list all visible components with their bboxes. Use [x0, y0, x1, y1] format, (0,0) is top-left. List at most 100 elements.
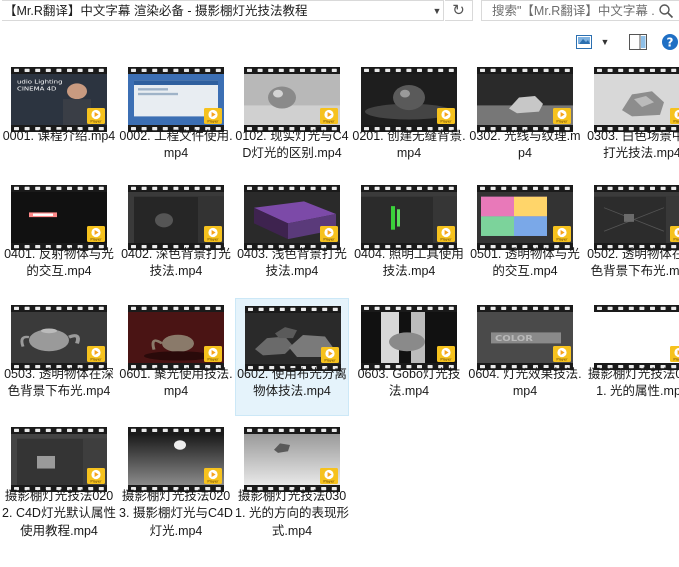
- file-item[interactable]: Player 0502. 透明物体在浅色背景下布光.mp4: [585, 178, 679, 296]
- file-item[interactable]: Player 0602. 使用布光分离物体技法.mp4: [235, 298, 349, 416]
- chevron-down-icon[interactable]: ▼: [599, 35, 611, 49]
- thumbnail-image: Player: [245, 306, 341, 371]
- file-item[interactable]: Player 0402. 深色背景打光技法.mp4: [119, 178, 233, 296]
- file-name[interactable]: 0404. 照明工具使用技法.mp4: [352, 246, 466, 281]
- video-thumbnail[interactable]: Player: [477, 67, 573, 132]
- file-item[interactable]: Player 0401. 反射物体与光的交互.mp4: [2, 178, 116, 296]
- player-badge-text: Player: [440, 120, 452, 124]
- search-input[interactable]: 搜索"【Mr.R翻译】中文字幕 ...": [492, 3, 654, 19]
- file-name[interactable]: 0402. 深色背景打光技法.mp4: [119, 246, 233, 281]
- thumbnail-image: Player: [128, 305, 224, 370]
- player-badge-text: Player: [207, 358, 219, 362]
- preview-pane-icon[interactable]: [629, 34, 647, 50]
- video-thumbnail[interactable]: Player: [244, 67, 340, 132]
- refresh-icon[interactable]: ↻: [445, 0, 473, 21]
- file-item[interactable]: Player 0102. 现实灯光与C4D灯光的区别.mp4: [235, 60, 349, 178]
- file-name[interactable]: 0602. 使用布光分离物体技法.mp4: [236, 366, 348, 401]
- file-name[interactable]: 0501. 透明物体与光的交互.mp4: [468, 246, 582, 281]
- file-item[interactable]: Player 0404. 照明工具使用技法.mp4: [352, 178, 466, 296]
- svg-text:udio Lighting: udio Lighting: [17, 79, 63, 85]
- file-item[interactable]: Player 摄影棚灯光技法0301. 光的方向的表现形式.mp4: [235, 420, 349, 538]
- file-item[interactable]: Player 0601. 聚光使用技法.mp4: [119, 298, 233, 416]
- file-name[interactable]: 摄影棚灯光技法0301. 光的方向的表现形式.mp4: [235, 488, 349, 540]
- thumbnail-image: Player: [361, 185, 457, 250]
- player-badge-text: Player: [673, 358, 679, 362]
- video-thumbnail[interactable]: Player: [594, 67, 679, 132]
- file-name[interactable]: 0201. 创建无缝背景.mp4: [352, 128, 466, 163]
- file-name[interactable]: 0303. 白色场景中的打光技法.mp4: [585, 128, 679, 163]
- video-thumbnail[interactable]: Player: [11, 185, 107, 250]
- video-thumbnail[interactable]: Player: [361, 305, 457, 370]
- player-badge-text: Player: [207, 238, 219, 242]
- chevron-down-icon[interactable]: ▼: [431, 4, 443, 18]
- file-item[interactable]: COLOR Player 0604. 灯光效果技法.mp4: [468, 298, 582, 416]
- player-badge-text: Player: [673, 238, 679, 242]
- file-name[interactable]: 0302. 光线与纹理.mp4: [468, 128, 582, 163]
- thumbnail-image: Player: [128, 427, 224, 492]
- player-badge-text: Player: [90, 238, 102, 242]
- video-thumbnail[interactable]: COLOR Player: [477, 305, 573, 370]
- search-box[interactable]: 搜索"【Mr.R翻译】中文字幕 ...": [481, 0, 679, 21]
- address-bar: 【Mr.R翻译】中文字幕 渲染必备 - 摄影棚灯光技法教程 ▼ ↻ 搜索"【Mr…: [0, 0, 679, 24]
- file-name[interactable]: 0102. 现实灯光与C4D灯光的区别.mp4: [235, 128, 349, 163]
- file-item[interactable]: udio Lighting CINEMA 4D Player 0001. 课程介绍.m…: [2, 60, 116, 178]
- player-badge-text: Player: [556, 120, 568, 124]
- file-grid: udio Lighting CINEMA 4D Player 0001. 课程介绍.m…: [0, 60, 679, 567]
- file-item[interactable]: Player 0403. 浅色背景打光技法.mp4: [235, 178, 349, 296]
- file-item[interactable]: Player 0503. 透明物体在深色背景下布光.mp4: [2, 298, 116, 416]
- thumbnail-image: Player: [477, 185, 573, 250]
- video-thumbnail[interactable]: Player: [594, 305, 679, 370]
- file-item[interactable]: Player 摄影棚灯光技法0202. C4D灯光默认属性使用教程.mp4: [2, 420, 116, 538]
- file-item[interactable]: Player 0201. 创建无缝背景.mp4: [352, 60, 466, 178]
- file-item[interactable]: Player 0303. 白色场景中的打光技法.mp4: [585, 60, 679, 178]
- file-name[interactable]: 0503. 透明物体在深色背景下布光.mp4: [2, 366, 116, 401]
- file-item[interactable]: Player 0302. 光线与纹理.mp4: [468, 60, 582, 178]
- file-name[interactable]: 0603. Gobo灯光技法.mp4: [352, 366, 466, 401]
- thumbnail-image: Player: [477, 67, 573, 132]
- video-thumbnail[interactable]: Player: [128, 185, 224, 250]
- file-item[interactable]: Player 0002. 工程文件使用.mp4: [119, 60, 233, 178]
- player-badge-text: Player: [207, 480, 219, 484]
- view-thumbnail-icon[interactable]: [576, 35, 592, 49]
- file-item[interactable]: Player 0603. Gobo灯光技法.mp4: [352, 298, 466, 416]
- file-name[interactable]: 摄影棚灯光技法0101. 光的属性.mp4: [585, 366, 679, 401]
- thumbnail-image: udio LightingCINEMA 4D Player: [11, 67, 107, 132]
- video-thumbnail[interactable]: Player: [244, 427, 340, 492]
- file-name[interactable]: 0401. 反射物体与光的交互.mp4: [2, 246, 116, 281]
- search-icon[interactable]: [658, 3, 674, 19]
- file-item[interactable]: Player 摄影棚灯光技法0101. 光的属性.mp4: [585, 298, 679, 416]
- file-name[interactable]: 0502. 透明物体在浅色背景下布光.mp4: [585, 246, 679, 281]
- file-name[interactable]: 摄影棚灯光技法0202. C4D灯光默认属性使用教程.mp4: [2, 488, 116, 540]
- file-name[interactable]: 0403. 浅色背景打光技法.mp4: [235, 246, 349, 281]
- file-name[interactable]: 0604. 灯光效果技法.mp4: [468, 366, 582, 401]
- video-thumbnail[interactable]: udio Lighting CINEMA 4D Player: [11, 67, 107, 132]
- thumbnail-image: Player: [128, 67, 224, 132]
- video-thumbnail[interactable]: Player: [361, 67, 457, 132]
- video-thumbnail[interactable]: Player: [361, 185, 457, 250]
- player-badge-text: Player: [556, 238, 568, 242]
- video-thumbnail[interactable]: Player: [128, 427, 224, 492]
- video-thumbnail[interactable]: Player: [11, 427, 107, 492]
- file-name[interactable]: 0002. 工程文件使用.mp4: [119, 128, 233, 163]
- path-box[interactable]: 【Mr.R翻译】中文字幕 渲染必备 - 摄影棚灯光技法教程 ▼: [2, 0, 444, 21]
- thumbnail-image: Player: [244, 185, 340, 250]
- file-name[interactable]: 0001. 课程介绍.mp4: [2, 128, 116, 145]
- video-thumbnail[interactable]: Player: [245, 306, 341, 371]
- video-thumbnail[interactable]: Player: [244, 185, 340, 250]
- video-thumbnail[interactable]: Player: [477, 185, 573, 250]
- file-item[interactable]: Player 摄影棚灯光技法0203. 摄影棚灯光与C4D灯光.mp4: [119, 420, 233, 538]
- thumbnail-image: Player: [128, 185, 224, 250]
- thumbnail-image: Player: [11, 305, 107, 370]
- file-name[interactable]: 0601. 聚光使用技法.mp4: [119, 366, 233, 401]
- file-item[interactable]: Player 0501. 透明物体与光的交互.mp4: [468, 178, 582, 296]
- video-thumbnail[interactable]: Player: [128, 305, 224, 370]
- video-thumbnail[interactable]: Player: [128, 67, 224, 132]
- thumbnail-image: Player: [244, 67, 340, 132]
- video-thumbnail[interactable]: Player: [594, 185, 679, 250]
- file-name[interactable]: 摄影棚灯光技法0203. 摄影棚灯光与C4D灯光.mp4: [119, 488, 233, 540]
- video-thumbnail[interactable]: Player: [11, 305, 107, 370]
- player-badge-text: Player: [673, 120, 679, 124]
- thumbnail-image: Player: [594, 305, 679, 370]
- path-text[interactable]: 【Mr.R翻译】中文字幕 渲染必备 - 摄影棚灯光技法教程: [4, 3, 394, 19]
- help-icon[interactable]: ?: [661, 32, 679, 52]
